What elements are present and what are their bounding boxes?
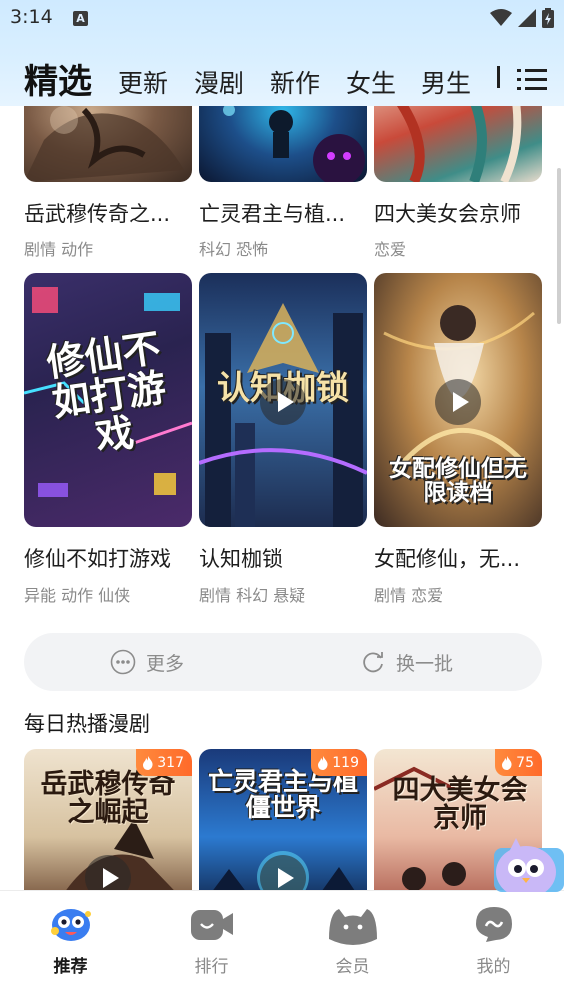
menu-icon[interactable]: [517, 68, 547, 92]
battery-icon: [542, 8, 554, 28]
section-title: 每日热播漫剧: [24, 712, 150, 736]
cover-title-art: 四大美女会京师: [392, 775, 528, 835]
nav-member[interactable]: 会员: [282, 891, 423, 1004]
refresh-icon: [363, 652, 383, 673]
actions-bar: 更多 换一批: [24, 633, 542, 691]
tab-overflow[interactable]: [497, 66, 502, 90]
heat-badge: 317: [136, 749, 192, 776]
play-button[interactable]: [260, 379, 306, 425]
nav-label: 会员: [335, 957, 370, 977]
drama-cover[interactable]: 修仙不如打游戏: [24, 273, 192, 527]
ranking-icon: [190, 910, 233, 940]
tab-comic-drama[interactable]: 漫剧: [194, 64, 244, 100]
heat-count: 317: [157, 754, 184, 771]
member-icon: [328, 909, 377, 945]
drama-tags: 科幻 恐怖: [199, 240, 269, 259]
heat-count: 75: [516, 754, 534, 771]
feed[interactable]: 岳武穆传奇之... 剧情 动作 亡灵君主与植... 科幻 恐怖 四大美女会京师: [0, 0, 564, 890]
status-time: 3:14: [10, 6, 53, 28]
drama-title[interactable]: 亡灵君主与植...: [199, 198, 367, 228]
scrollbar[interactable]: [557, 168, 561, 324]
drama-cover[interactable]: 女配修仙但无限读档: [374, 273, 542, 527]
drama-card[interactable]: 修仙不如打游戏 修仙不如打游戏 异能 动作 仙侠: [24, 273, 192, 605]
more-button[interactable]: 更多: [110, 633, 184, 691]
cover-title-art: 女配修仙但无限读档: [389, 455, 527, 507]
status-bar: 3:14 A: [0, 0, 564, 38]
signal-icon: [518, 9, 536, 27]
refresh-label: 换一批: [396, 652, 454, 675]
recommend-icon: [50, 909, 91, 941]
nav-label: 推荐: [53, 957, 88, 977]
wifi-icon: [490, 9, 512, 26]
flame-icon: [318, 755, 328, 770]
heat-badge: 119: [311, 749, 367, 776]
mascot-icon[interactable]: [486, 832, 564, 892]
refresh-button[interactable]: 换一批: [360, 633, 453, 691]
cover-title-art: 岳武穆传奇之崛起: [40, 769, 176, 829]
drama-card[interactable]: 认知枷锁 认知枷锁 剧情 科幻 悬疑: [199, 273, 367, 605]
cover-title-art: 修仙不如打游戏: [43, 324, 169, 459]
flame-icon: [502, 755, 512, 770]
nav-label: 排行: [194, 957, 229, 977]
drama-tags: 恋爱: [374, 240, 407, 259]
more-dots-icon: [110, 649, 136, 675]
nav-ranking[interactable]: 排行: [141, 891, 282, 1004]
heat-count: 119: [332, 754, 359, 771]
tab-updates[interactable]: 更新: [118, 64, 168, 100]
profile-icon: [475, 907, 512, 942]
tab-female[interactable]: 女生: [346, 64, 396, 100]
flame-icon: [143, 755, 153, 770]
drama-tags: 剧情 科幻 悬疑: [199, 586, 306, 605]
drama-cover[interactable]: 认知枷锁: [199, 273, 367, 527]
drama-title[interactable]: 岳武穆传奇之...: [24, 198, 192, 228]
hot-drama-cover[interactable]: 岳武穆传奇之崛起 317: [24, 749, 192, 890]
tab-featured[interactable]: 精选: [24, 54, 92, 103]
nav-label: 我的: [476, 957, 511, 977]
more-label: 更多: [146, 652, 185, 675]
status-icons: [490, 8, 554, 28]
heat-badge: 75: [495, 749, 542, 776]
drama-tags: 剧情 恋爱: [374, 586, 444, 605]
nav-profile[interactable]: 我的: [423, 891, 564, 1004]
cover-title-art: 亡灵君主与植僵世界: [207, 767, 358, 823]
nav-recommend[interactable]: 推荐: [0, 891, 141, 1004]
top-header: 3:14 A 精选 更新 漫剧 新作 女生 男生: [0, 0, 564, 106]
category-tabs: 精选 更新 漫剧 新作 女生 男生: [0, 50, 564, 103]
play-button[interactable]: [435, 379, 481, 425]
drama-title[interactable]: 女配修仙，无...: [374, 543, 542, 573]
drama-tags: 异能 动作 仙侠: [24, 586, 131, 605]
hot-drama-cover[interactable]: 亡灵君主与植僵世界 119: [199, 749, 367, 890]
drama-card[interactable]: 女配修仙但无限读档 女配修仙，无... 剧情 恋爱: [374, 273, 542, 605]
drama-title[interactable]: 认知枷锁: [199, 543, 367, 573]
tab-male[interactable]: 男生: [421, 64, 471, 100]
bottom-navigation: 推荐 排行 会员 我的: [0, 890, 564, 1004]
tab-new[interactable]: 新作: [270, 64, 320, 100]
drama-title[interactable]: 四大美女会京师: [374, 198, 542, 228]
drama-title[interactable]: 修仙不如打游戏: [24, 543, 192, 573]
notification-icon: A: [73, 11, 88, 26]
drama-tags: 剧情 动作: [24, 240, 94, 259]
